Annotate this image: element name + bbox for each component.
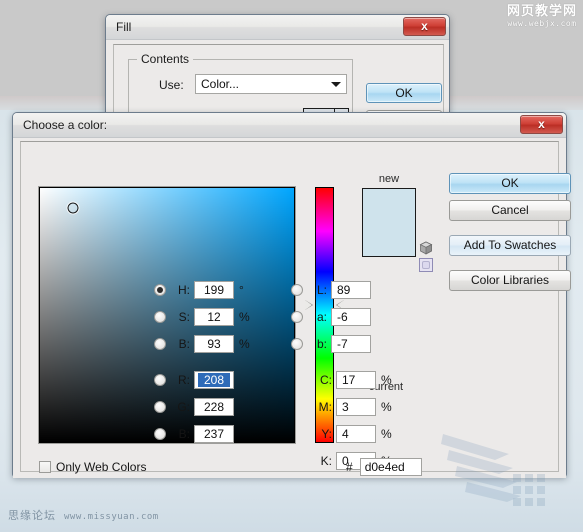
- add-to-swatches-button[interactable]: Add To Swatches: [449, 235, 571, 256]
- color-picker-titlebar[interactable]: Choose a color: x: [13, 113, 566, 138]
- color-picker-close-icon[interactable]: x: [520, 115, 563, 134]
- only-web-colors-label: Only Web Colors: [56, 460, 147, 474]
- new-color-swatch: [363, 189, 415, 256]
- hue-input[interactable]: 199: [194, 281, 234, 299]
- radio-hue[interactable]: [154, 284, 166, 296]
- hue-unit: °: [239, 283, 244, 297]
- radio-saturation[interactable]: [154, 311, 166, 323]
- cyan-input[interactable]: 17: [336, 371, 376, 389]
- yellow-input[interactable]: 4: [336, 425, 376, 443]
- blue-input[interactable]: 237: [194, 425, 234, 443]
- color-libraries-label: Color Libraries: [470, 273, 550, 287]
- field-row-blue: B: 237: [154, 424, 234, 444]
- fill-dialog-titlebar[interactable]: Fill x: [106, 15, 449, 40]
- red-input[interactable]: 208: [194, 371, 234, 389]
- radio-red[interactable]: [154, 374, 166, 386]
- fill-dialog-close-icon[interactable]: x: [403, 17, 446, 36]
- radio-lab-b[interactable]: [291, 338, 303, 350]
- black-label: K:: [320, 454, 332, 468]
- hex-prefix: #: [346, 460, 353, 474]
- magenta-input[interactable]: 3: [336, 398, 376, 416]
- saturation-unit: %: [239, 310, 250, 324]
- picker-ok-label: OK: [501, 176, 519, 190]
- hex-input[interactable]: d0e4ed: [359, 458, 422, 476]
- use-dropdown[interactable]: Color...: [195, 74, 347, 94]
- fill-dialog-title: Fill: [116, 20, 132, 34]
- magenta-unit: %: [381, 400, 392, 414]
- lab-a-input[interactable]: -6: [331, 308, 371, 326]
- checkbox-icon: [39, 461, 51, 473]
- field-row-magenta: M: 3 %: [291, 397, 392, 417]
- fill-ok-button[interactable]: OK: [366, 83, 442, 103]
- use-dropdown-value: Color...: [201, 77, 240, 91]
- blue-label: B:: [178, 427, 190, 441]
- out-of-gamut-cube-icon[interactable]: [419, 241, 433, 255]
- radio-brightness[interactable]: [154, 338, 166, 350]
- radio-blue[interactable]: [154, 428, 166, 440]
- fill-dialog: Fill x Contents Use: Color... Custom Pat…: [105, 14, 450, 121]
- brightness-input[interactable]: 93: [194, 335, 234, 353]
- color-picker-title: Choose a color:: [23, 118, 108, 132]
- cyan-unit: %: [381, 373, 392, 387]
- brightness-unit: %: [239, 337, 250, 351]
- field-row-lab-a: a: -6: [291, 307, 371, 327]
- close-icon-glyph: x: [421, 19, 428, 33]
- color-picker-body: new current H: 199 ° S: 12 % B: 93 % R: …: [13, 138, 571, 478]
- picker-cancel-label: Cancel: [491, 203, 529, 217]
- picker-ok-button[interactable]: OK: [449, 173, 571, 194]
- use-label: Use:: [159, 78, 184, 92]
- color-preview-swatch[interactable]: [362, 188, 416, 257]
- cyan-label: C:: [320, 373, 332, 387]
- hue-label: H:: [178, 283, 190, 297]
- saturation-label: S:: [178, 310, 190, 324]
- color-picker-dialog: Choose a color: x new current H: 199 ° S…: [12, 112, 571, 478]
- fill-ok-label: OK: [395, 86, 413, 100]
- add-to-swatches-label: Add To Swatches: [463, 238, 557, 252]
- lightness-input[interactable]: 89: [331, 281, 371, 299]
- color-picker-inset: new current H: 199 ° S: 12 % B: 93 % R: …: [20, 141, 571, 476]
- lightness-label: L:: [316, 283, 327, 297]
- field-row-yellow: Y: 4 %: [291, 424, 392, 444]
- magenta-label: M:: [318, 400, 332, 414]
- chevron-down-icon: [331, 82, 341, 87]
- lab-b-label: b:: [316, 337, 327, 351]
- desktop-background-footer: [0, 470, 583, 532]
- green-input[interactable]: 228: [194, 398, 234, 416]
- radio-lightness[interactable]: [291, 284, 303, 296]
- field-row-saturation: S: 12 %: [154, 307, 250, 327]
- screenshot-root: 网页教学网 www.webjx.com Fill x Contents Use:…: [0, 0, 583, 532]
- lab-b-input[interactable]: -7: [331, 335, 371, 353]
- color-field-cursor[interactable]: [66, 201, 80, 215]
- color-libraries-button[interactable]: Color Libraries: [449, 270, 571, 291]
- red-label: R:: [178, 373, 190, 387]
- green-label: G:: [177, 400, 190, 414]
- lab-a-label: a:: [316, 310, 327, 324]
- field-row-brightness: B: 93 %: [154, 334, 250, 354]
- hex-row: # d0e4ed: [346, 458, 422, 476]
- yellow-unit: %: [381, 427, 392, 441]
- brightness-label: B:: [178, 337, 190, 351]
- picker-cancel-button[interactable]: Cancel: [449, 200, 571, 221]
- contents-groupbox-legend: Contents: [137, 52, 194, 66]
- fill-dialog-body: Contents Use: Color... Custom Pattern: O…: [106, 40, 449, 120]
- only-web-colors-checkbox[interactable]: Only Web Colors: [39, 460, 146, 474]
- saturation-input[interactable]: 12: [194, 308, 234, 326]
- field-row-lab-b: b: -7: [291, 334, 371, 354]
- web-safe-color-inner: [422, 261, 430, 269]
- red-input-value: 208: [197, 373, 231, 387]
- new-color-label: new: [378, 173, 400, 185]
- web-safe-color-icon[interactable]: [419, 258, 433, 272]
- close-icon-glyph: x: [538, 117, 545, 131]
- fill-dialog-inset: Contents Use: Color... Custom Pattern: O…: [113, 44, 444, 120]
- field-row-lightness: L: 89: [291, 280, 371, 300]
- radio-green[interactable]: [154, 401, 166, 413]
- field-row-cyan: C: 17 %: [291, 370, 392, 390]
- radio-lab-a[interactable]: [291, 311, 303, 323]
- field-row-green: G: 228: [154, 397, 234, 417]
- field-row-hue: H: 199 °: [154, 280, 244, 300]
- yellow-label: Y:: [321, 427, 332, 441]
- field-row-red: R: 208: [154, 370, 234, 390]
